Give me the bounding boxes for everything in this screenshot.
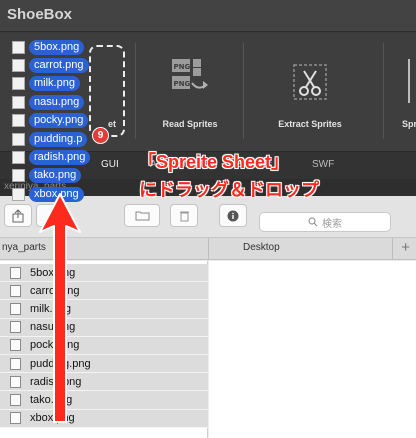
annotation-line-2: にドラッグ＆ドロップ <box>139 180 319 200</box>
tab-desktop[interactable]: Desktop <box>243 242 280 253</box>
dragged-item: pocky.png <box>12 112 122 130</box>
dragged-item: carrot.png <box>12 56 122 74</box>
file-row[interactable]: tako.png <box>0 391 208 410</box>
drag-count-badge: 9 <box>92 127 109 144</box>
dragged-item-label: tako.png <box>29 168 82 184</box>
file-row[interactable]: pudding.png <box>0 354 208 374</box>
file-row[interactable]: 5box.png <box>0 264 208 283</box>
dragged-item-label: nasu.png <box>29 94 85 110</box>
file-row[interactable]: carrot.png <box>0 282 208 301</box>
tool-spr-icon <box>408 59 414 103</box>
toolbar-separator <box>243 43 244 139</box>
image-icon <box>12 77 25 91</box>
titlebar: ShoeBox <box>0 0 416 32</box>
dragged-item-label: 5box.png <box>29 39 85 55</box>
image-icon <box>12 151 25 165</box>
share-icon <box>12 208 24 222</box>
file-row[interactable]: nasu.png <box>0 318 208 337</box>
empty-pane <box>209 261 416 438</box>
tool-extract-sprites[interactable]: Extract Sprites <box>265 41 355 141</box>
search-input[interactable]: 検索 <box>259 212 391 232</box>
svg-text:PNG: PNG <box>174 63 191 71</box>
image-file-icon <box>10 302 21 315</box>
dragged-item-label: pudding.p <box>29 131 88 147</box>
image-file-icon <box>10 266 21 279</box>
file-row[interactable]: radish.png <box>0 373 208 392</box>
add-tab-button[interactable]: + <box>401 239 410 256</box>
share-button[interactable] <box>4 204 32 227</box>
folder-icon <box>135 211 149 221</box>
image-file-icon <box>10 375 21 388</box>
file-row[interactable]: milk.png <box>0 300 208 319</box>
image-icon <box>12 114 25 128</box>
toolbar-separator <box>383 43 384 139</box>
image-file-icon <box>10 339 21 352</box>
image-file-icon <box>10 412 21 425</box>
new-folder-button[interactable] <box>124 204 160 227</box>
dragged-item: 5box.png <box>12 38 122 56</box>
image-icon <box>12 40 25 54</box>
dragged-item: milk.png <box>12 75 122 93</box>
tab-separator <box>392 238 393 260</box>
drag-list: 5box.png carrot.png milk.png nasu.png pocky.… <box>12 38 122 204</box>
image-file-icon <box>10 321 21 334</box>
up-arrow-icon <box>39 193 81 423</box>
annotation-line-1: 「Spreite Sheet」 <box>138 152 290 172</box>
file-row[interactable]: xbox.png <box>0 409 208 428</box>
tool-spr-label: Spr <box>402 119 416 129</box>
info-icon <box>227 210 239 221</box>
dragged-item: radish.png <box>12 148 122 166</box>
dragged-item: nasu.png <box>12 93 122 111</box>
app-title: ShoeBox <box>7 6 73 23</box>
tool-extract-sprites-label: Extract Sprites <box>278 119 342 129</box>
file-list: 5box.pngcarrot.pngmilk.pngnasu.pngpocky.… <box>0 264 208 428</box>
dragged-item-label: pocky.png <box>29 113 89 129</box>
tool-read-sprites[interactable]: PNG PNG Read Sprites <box>150 41 230 141</box>
search-icon <box>308 217 318 227</box>
image-file-icon <box>10 357 21 370</box>
tool-read-sprites-label: Read Sprites <box>162 119 218 129</box>
dragged-item-label: radish.png <box>29 150 91 166</box>
info-button[interactable] <box>219 204 247 227</box>
trash-button[interactable] <box>170 204 198 227</box>
image-icon <box>12 95 25 109</box>
file-row[interactable]: pocky.png <box>0 336 208 355</box>
dragged-item-label: milk.png <box>29 76 80 92</box>
tab-separator <box>208 238 209 260</box>
scissors-icon <box>293 64 327 100</box>
toolbar-separator <box>135 43 136 139</box>
trash-icon <box>179 211 189 221</box>
image-icon <box>12 169 25 183</box>
svg-text:PNG: PNG <box>174 80 191 88</box>
dragged-item: tako.png <box>12 167 122 185</box>
image-icon <box>12 132 25 146</box>
image-icon <box>12 59 25 73</box>
image-file-icon <box>10 284 21 297</box>
tool-spr[interactable]: Spr <box>392 41 416 141</box>
image-icon <box>12 187 25 201</box>
image-file-icon <box>10 393 21 406</box>
read-sprites-icon: PNG PNG <box>172 59 208 89</box>
dragged-item-label: carrot.png <box>29 58 89 74</box>
tab-swf[interactable]: SWF <box>312 159 334 170</box>
search-placeholder: 検索 <box>322 218 342 230</box>
